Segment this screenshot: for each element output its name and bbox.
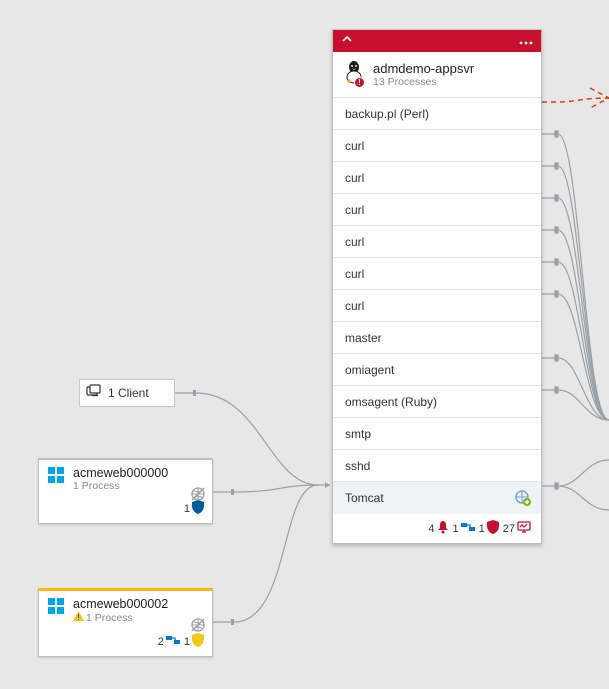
stat-count: 1 bbox=[479, 523, 485, 535]
process-label: curl bbox=[345, 299, 364, 313]
globe-off-icon bbox=[190, 486, 206, 507]
server-node-appsvr[interactable]: admdemo-appsvr 13 Processes backup.pl (P… bbox=[332, 29, 542, 544]
shield-red-icon bbox=[487, 520, 499, 537]
net-blue-icon bbox=[461, 521, 475, 536]
bell-red-icon bbox=[437, 520, 449, 537]
server-subtitle: 1 Process bbox=[73, 480, 204, 492]
server-subtitle: 1 Process bbox=[73, 611, 204, 625]
process-row[interactable]: smtp bbox=[333, 418, 541, 450]
warn-icon bbox=[73, 613, 84, 625]
clients-icon bbox=[86, 384, 102, 403]
process-label: curl bbox=[345, 139, 364, 153]
client-node[interactable]: 1 Client bbox=[79, 379, 175, 407]
process-label: sshd bbox=[345, 459, 370, 473]
alert-badge-icon bbox=[354, 77, 365, 88]
server-footer-stats: 21 bbox=[39, 629, 212, 656]
process-label: backup.pl (Perl) bbox=[345, 107, 429, 121]
collapse-icon[interactable] bbox=[341, 32, 353, 50]
process-row[interactable]: curl bbox=[333, 162, 541, 194]
server-footer-stats: 1 bbox=[39, 496, 212, 523]
process-row[interactable]: omsagent (Ruby) bbox=[333, 386, 541, 418]
process-row[interactable]: omiagent bbox=[333, 354, 541, 386]
process-label: Tomcat bbox=[345, 491, 384, 505]
node-header-bar[interactable] bbox=[333, 30, 541, 52]
stat-count: 4 bbox=[428, 523, 434, 535]
process-row[interactable]: curl bbox=[333, 258, 541, 290]
process-label: curl bbox=[345, 203, 364, 217]
server-title: acmeweb000002 bbox=[73, 597, 204, 611]
globe-off-icon bbox=[190, 617, 206, 638]
process-row[interactable]: curl bbox=[333, 290, 541, 322]
stat-count: 27 bbox=[503, 523, 515, 535]
process-label: smtp bbox=[345, 427, 371, 441]
process-row[interactable]: backup.pl (Perl) bbox=[333, 98, 541, 130]
net-blue-icon bbox=[166, 634, 180, 649]
stat-count: 2 bbox=[158, 636, 164, 648]
process-label: omsagent (Ruby) bbox=[345, 395, 437, 409]
process-row[interactable]: sshd bbox=[333, 450, 541, 482]
process-row[interactable]: curl bbox=[333, 226, 541, 258]
process-label: omiagent bbox=[345, 363, 394, 377]
process-row[interactable]: curl bbox=[333, 194, 541, 226]
server-node-s0[interactable]: acmeweb000000 1 Process 1 bbox=[38, 458, 213, 524]
node-header: admdemo-appsvr 13 Processes bbox=[333, 52, 541, 97]
process-label: curl bbox=[345, 235, 364, 249]
server-title: acmeweb000000 bbox=[73, 466, 204, 480]
more-icon[interactable] bbox=[519, 32, 533, 50]
server-node-s1[interactable]: acmeweb000002 1 Process 21 bbox=[38, 588, 213, 657]
node-footer-stats: 4 1 1 27 bbox=[333, 514, 541, 543]
windows-icon bbox=[47, 466, 65, 489]
process-label: curl bbox=[345, 171, 364, 185]
process-label: curl bbox=[345, 267, 364, 281]
node-subtitle: 13 Processes bbox=[373, 76, 474, 88]
globe-plus-icon bbox=[515, 490, 531, 509]
process-label: master bbox=[345, 331, 382, 345]
process-row[interactable]: curl bbox=[333, 130, 541, 162]
stat-count: 1 bbox=[453, 523, 459, 535]
process-row[interactable]: Tomcat bbox=[333, 482, 541, 514]
process-row[interactable]: master bbox=[333, 322, 541, 354]
windows-icon bbox=[47, 597, 65, 620]
monitor-red-icon bbox=[517, 521, 531, 537]
client-label: 1 Client bbox=[108, 386, 149, 400]
node-title: admdemo-appsvr bbox=[373, 61, 474, 76]
process-list: backup.pl (Perl) curl curl curl curl curl curl… bbox=[333, 97, 541, 514]
